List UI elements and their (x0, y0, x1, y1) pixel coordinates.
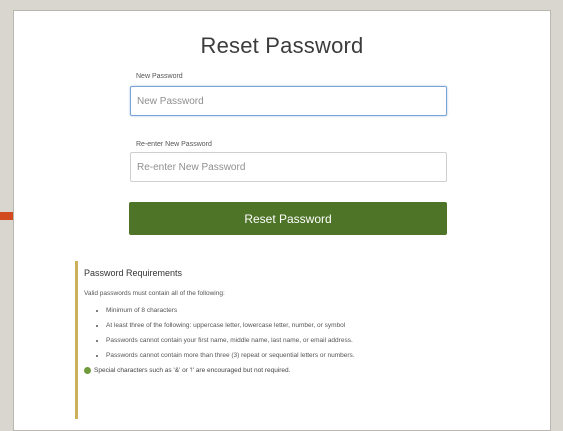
requirements-title: Password Requirements (84, 268, 183, 278)
reset-password-card: Reset Password New Password Re-enter New… (13, 10, 551, 431)
new-password-input[interactable] (130, 86, 447, 116)
requirements-note-text: Special characters such as '&' or '!' ar… (94, 367, 291, 374)
green-dot-icon (84, 367, 91, 374)
new-password-label: New Password (136, 73, 183, 80)
page-title: Reset Password (200, 33, 364, 58)
reset-password-button[interactable]: Reset Password (129, 202, 447, 235)
requirement-item: At least three of the following: upperca… (106, 322, 495, 329)
password-requirements-panel: Password Requirements Valid passwords mu… (75, 261, 495, 419)
requirement-item: Passwords cannot contain your first name… (106, 337, 495, 344)
requirements-intro: Valid passwords must contain all of the … (84, 290, 225, 297)
requirements-list: Minimum of 8 characters At least three o… (84, 307, 495, 359)
requirements-note: Special characters such as '&' or '!' ar… (84, 367, 495, 374)
reenter-password-label: Re-enter New Password (136, 141, 212, 148)
requirement-item: Passwords cannot contain more than three… (106, 352, 495, 359)
reenter-password-input[interactable] (130, 152, 447, 182)
requirement-item: Minimum of 8 characters (106, 307, 495, 314)
